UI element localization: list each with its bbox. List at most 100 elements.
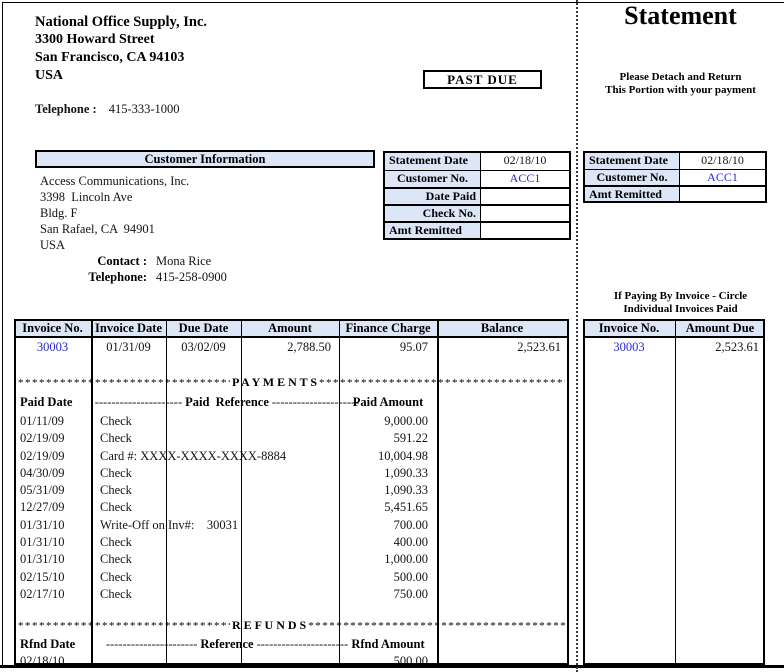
payment-date-cell: 02/17/10 xyxy=(20,586,64,603)
payment-amount-cell: 10,004.98 xyxy=(339,448,428,465)
payments-rows: 01/11/09 Check 9,000.00 02/19/09 Check 5… xyxy=(14,413,569,603)
due-date-cell: 03/02/09 xyxy=(166,339,241,356)
contact-value: Mona Rice xyxy=(156,253,211,269)
remittance-row: Date Paid xyxy=(385,187,569,204)
payment-date-cell: 04/30/09 xyxy=(20,465,64,482)
grid-line xyxy=(91,319,93,665)
remittance-row-value[interactable]: 02/18/10 xyxy=(481,153,569,170)
grid-line xyxy=(583,663,765,665)
refund-date-cell: 02/18/10 xyxy=(20,653,64,670)
past-due-stamp: PAST DUE xyxy=(423,70,542,89)
payment-row: 05/31/09 Check 1,090.33 xyxy=(14,482,569,499)
remittance-row-value[interactable]: ACC1 xyxy=(481,171,569,187)
remittance-row-value[interactable] xyxy=(481,206,569,221)
customer-information-header: Customer Information xyxy=(35,150,375,168)
refund-amount-header: Rfnd Amount xyxy=(339,636,437,652)
payment-date-cell: 02/19/09 xyxy=(20,448,64,465)
stub-remittance-row: Customer No. ACC1 xyxy=(585,169,765,185)
grid-line xyxy=(339,319,340,665)
grid-line xyxy=(567,319,569,665)
payment-amount-cell: 1,000.00 xyxy=(339,551,428,568)
stub-remittance-row-value[interactable] xyxy=(680,187,765,201)
payments-section-label: P A Y M E N T S xyxy=(230,375,319,390)
paid-date-header: Paid Date xyxy=(20,394,72,410)
stub-remittance-row-label: Statement Date xyxy=(585,153,680,169)
payment-amount-cell: 9,000.00 xyxy=(339,413,428,430)
detach-note: Please Detach and Return This Portion wi… xyxy=(577,71,784,97)
payment-row: 02/15/10 Check 500.00 xyxy=(14,569,569,586)
company-phone-label: Telephone : xyxy=(35,102,97,116)
contact-label: Contact : xyxy=(35,253,147,269)
remittance-row: Customer No. ACC1 xyxy=(385,170,569,187)
refund-reference-header: ----------------------Reference---------… xyxy=(100,636,354,652)
payment-date-cell: 05/31/09 xyxy=(20,482,64,499)
payment-reference-cell: Check xyxy=(100,586,132,603)
customer-address-line: San Rafael, CA 94901 xyxy=(40,221,189,237)
payment-date-cell: 02/15/10 xyxy=(20,569,64,586)
refund-amount-cell: 500.00 xyxy=(339,653,428,670)
stub-remittance-row: Statement Date 02/18/10 xyxy=(585,153,765,169)
detach-perforation-divider xyxy=(576,0,578,672)
grid-line xyxy=(583,319,585,665)
payment-row: 02/19/09 Card #: XXXX-XXXX-XXXX-8884 10,… xyxy=(14,448,569,465)
payment-reference-cell: Check xyxy=(100,482,132,499)
remittance-row-value[interactable] xyxy=(481,189,569,204)
refund-reference-dashes-left: ---------------------- xyxy=(106,636,198,652)
paid-reference-dashes-left: --------------------- xyxy=(95,394,182,410)
stub-remittance-row-value[interactable]: ACC1 xyxy=(680,170,765,185)
stub-remittance-row-label: Amt Remitted xyxy=(585,187,680,201)
grid-line xyxy=(14,336,569,338)
paid-reference-label: Paid Reference xyxy=(182,394,272,410)
stub-amount-due-cell: 2,523.61 xyxy=(675,339,759,356)
payment-date-cell: 01/31/10 xyxy=(20,517,64,534)
grid-line xyxy=(437,319,439,665)
invoice-activity-table: Invoice No. Invoice Date Due Date Amount… xyxy=(14,319,569,665)
remittance-row-label: Amt Remitted xyxy=(385,223,481,238)
refund-row: 02/18/10 500.00 xyxy=(14,653,569,670)
payment-amount-cell: 1,090.33 xyxy=(339,482,428,499)
col-header-invoice-date: Invoice Date xyxy=(91,321,166,336)
grid-line xyxy=(14,319,569,321)
grid-line xyxy=(583,319,765,321)
detach-note-line2: This Portion with your payment xyxy=(577,84,784,97)
company-address-lines: 3300 Howard StreetSan Francisco, CA 9410… xyxy=(35,31,207,85)
remittance-table: Statement Date 02/18/10 Customer No. ACC… xyxy=(383,151,571,240)
payment-amount-cell: 1,090.33 xyxy=(339,465,428,482)
balance-cell: 2,523.61 xyxy=(437,339,561,356)
payments-header-row: Paid Date ---------------------Paid Refe… xyxy=(14,394,569,410)
payment-date-cell: 01/31/10 xyxy=(20,551,64,568)
payment-reference-cell: Check xyxy=(100,430,132,447)
payment-reference-cell: Check xyxy=(100,551,132,568)
payment-row: 01/31/10 Write-Off on Inv#: 30031 700.00 xyxy=(14,517,569,534)
payment-row: 02/19/09 Check 591.22 xyxy=(14,430,569,447)
stub-invoice-table: Invoice No. Amount Due 30003 2,523.61 xyxy=(583,319,765,665)
payment-row: 01/31/10 Check 1,000.00 xyxy=(14,551,569,568)
invoice-number-link[interactable]: 30003 xyxy=(14,339,91,356)
stub-remittance-row-value[interactable]: 02/18/10 xyxy=(680,153,765,169)
paid-reference-header: ---------------------Paid Reference-----… xyxy=(100,394,354,410)
payment-amount-cell: 5,451.65 xyxy=(339,499,428,516)
statement-page: National Office Supply, Inc. 3300 Howard… xyxy=(0,0,784,672)
company-name: National Office Supply, Inc. xyxy=(35,13,207,31)
refunds-stars-left: **************************************** xyxy=(18,620,230,632)
refund-reference-label: Reference xyxy=(197,636,256,652)
stub-remittance-row: Amt Remitted xyxy=(585,185,765,201)
payment-date-cell: 01/11/09 xyxy=(20,413,64,430)
amount-cell: 2,788.50 xyxy=(241,339,331,356)
remittance-row-value[interactable] xyxy=(481,223,569,238)
page-border-left xyxy=(2,2,3,666)
col-header-balance: Balance xyxy=(437,321,567,336)
customer-address-block: Access Communications, Inc.3398 Lincoln … xyxy=(40,173,189,253)
company-address-line: USA xyxy=(35,67,207,85)
payment-amount-cell: 500.00 xyxy=(339,569,428,586)
statement-title: Statement xyxy=(577,1,784,31)
invoice-row: 30003 01/31/09 03/02/09 2,788.50 95.07 2… xyxy=(14,339,569,356)
stub-invoice-row: 30003 2,523.61 xyxy=(583,339,765,356)
detach-note-line1: Please Detach and Return xyxy=(577,71,784,84)
stub-invoice-number-link[interactable]: 30003 xyxy=(583,339,675,356)
payment-reference-cell: Card #: XXXX-XXXX-XXXX-8884 xyxy=(100,448,286,465)
payment-date-cell: 02/19/09 xyxy=(20,430,64,447)
refund-reference-dashes-right: ---------------------- xyxy=(257,636,349,652)
finance-charge-cell: 95.07 xyxy=(339,339,428,356)
payment-row: 01/31/10 Check 400.00 xyxy=(14,534,569,551)
